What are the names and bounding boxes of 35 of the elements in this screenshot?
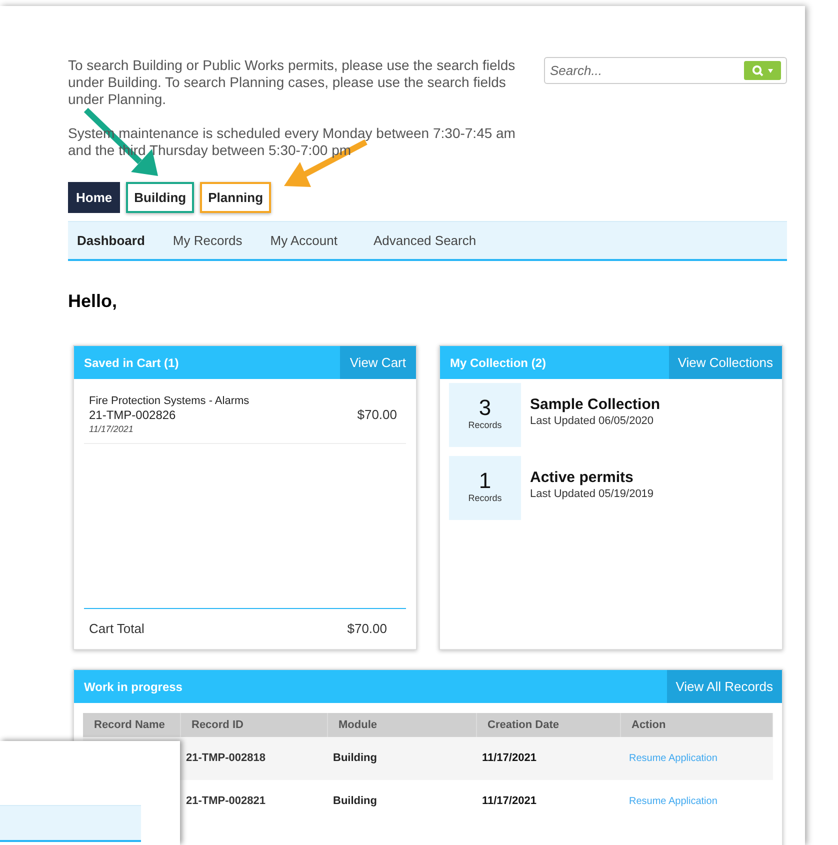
nav-tab[interactable]: Building (126, 182, 194, 213)
count-unit: Records (468, 492, 502, 506)
table-cell: 11/17/2021 (476, 780, 620, 823)
count: 3 (478, 397, 492, 420)
table-cell: 21-TMP-002821 (180, 780, 327, 823)
nav-tab[interactable]: Home (68, 182, 120, 213)
subnav-link[interactable]: Advanced Search (373, 230, 476, 250)
updated-date: Last Updated 06/05/2020 (530, 414, 655, 429)
nav-tab[interactable]: Planning (200, 182, 272, 213)
card-title: My Collection (2) (449, 354, 546, 372)
collection-name[interactable]: Sample Collection (530, 396, 660, 413)
record-id: 21-TMP-002826 (89, 408, 177, 423)
count: 1 (478, 470, 492, 492)
collection-name[interactable]: Active permits (530, 469, 654, 486)
card-title: Work in progress (83, 678, 182, 696)
item-price: $70.00 (357, 406, 397, 424)
card-title: Saved in Cart (1) (83, 354, 179, 372)
subnav-link[interactable]: My Records (172, 230, 242, 250)
caret-icon (768, 68, 773, 72)
item-date: 11/17/2021 (89, 423, 134, 435)
table-cell: Building (327, 737, 476, 780)
info-text: To search Building or Public Works permits, please use the search fields under Building. To search Planning cases, please use the search fields under Planning. (68, 57, 516, 108)
updated-date: Last Updated 05/19/2019 (530, 487, 654, 502)
item-name: Fire Protection Systems - Alarms (89, 394, 250, 408)
search-button[interactable] (744, 61, 781, 80)
subnav-link[interactable]: Dashboard (77, 230, 145, 250)
table-cell: 11/17/2021 (476, 737, 620, 780)
table-cell: 21-TMP-002818 (180, 737, 327, 780)
search-icon (752, 64, 764, 76)
greeting: Hello, (68, 290, 118, 312)
total-amount: $70.00 (347, 620, 388, 638)
subnav-link[interactable]: My Account (270, 230, 338, 250)
table-cell: Building (327, 780, 476, 823)
count-unit: Records (468, 419, 502, 432)
total-label: Cart Total (89, 620, 144, 638)
